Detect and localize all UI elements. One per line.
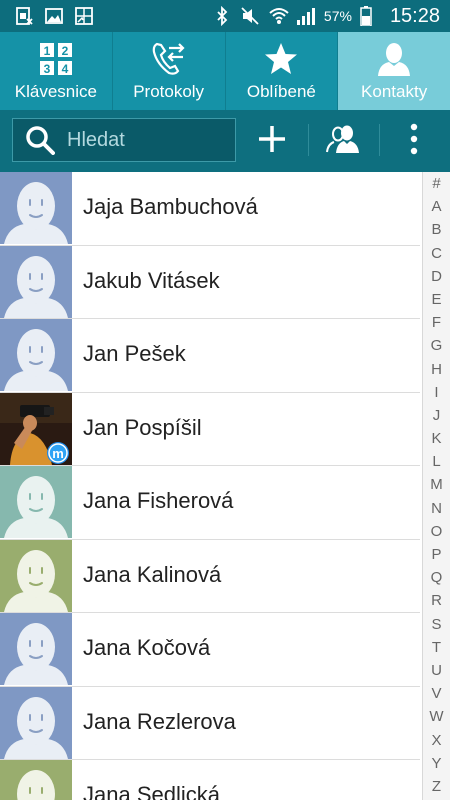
- search-input[interactable]: [65, 127, 219, 153]
- tab-call-logs[interactable]: Protokoly: [113, 32, 226, 110]
- index-letter[interactable]: Z: [423, 775, 450, 798]
- status-bar: 57% 15:28: [0, 0, 450, 32]
- more-icon: [409, 123, 419, 160]
- contact-name: Jaja Bambuchová: [83, 194, 258, 219]
- toolbar-divider: [379, 124, 380, 156]
- wifi-icon: [268, 6, 289, 26]
- index-letter[interactable]: U: [423, 659, 450, 682]
- contact-list: Jaja Bambuchová Jakub Vitásek Jan Pešek: [0, 172, 420, 800]
- alphabet-index[interactable]: # A B C D E F G H I J K L M N O P Q R S …: [422, 172, 450, 800]
- tab-label: Protokoly: [133, 82, 205, 101]
- groups-button[interactable]: [321, 120, 365, 162]
- index-letter[interactable]: H: [423, 358, 450, 381]
- contact-row[interactable]: Jaja Bambuchová: [0, 172, 420, 246]
- keypad-icon: 1 2 3 4: [38, 42, 74, 76]
- index-letter[interactable]: B: [423, 218, 450, 241]
- index-letter[interactable]: K: [423, 427, 450, 450]
- search-icon: [25, 125, 55, 155]
- contact-row[interactable]: Jana Fisherová: [0, 466, 420, 540]
- index-letter[interactable]: C: [423, 242, 450, 265]
- tab-keypad[interactable]: 1 2 3 4 Klávesnice: [0, 32, 113, 110]
- tab-label: Kontakty: [361, 82, 428, 101]
- avatar: [0, 760, 72, 800]
- avatar: [0, 245, 72, 318]
- toolbar: [0, 110, 450, 172]
- avatar: [0, 539, 72, 612]
- contact-name: Jan Pospíšil: [83, 414, 202, 440]
- contact-name: Jan Pešek: [83, 341, 186, 366]
- index-letter[interactable]: N: [423, 497, 450, 520]
- image-icon: [44, 6, 64, 26]
- tab-label: Klávesnice: [14, 82, 97, 101]
- sim-icon: [14, 6, 34, 26]
- index-letter[interactable]: Y: [423, 752, 450, 775]
- index-letter[interactable]: L: [423, 450, 450, 473]
- svg-text:2: 2: [62, 44, 69, 58]
- contact-row[interactable]: Jakub Vitásek: [0, 245, 420, 319]
- tab-contacts[interactable]: Kontakty: [338, 32, 450, 110]
- contact-name: Jakub Vitásek: [83, 267, 220, 293]
- svg-text:3: 3: [44, 62, 51, 76]
- contact-name: Jana Rezlerova: [83, 708, 236, 734]
- index-letter[interactable]: M: [423, 473, 450, 496]
- avatar: [0, 319, 72, 391]
- index-letter[interactable]: O: [423, 520, 450, 543]
- contact-icon: [376, 42, 412, 76]
- index-letter[interactable]: G: [423, 334, 450, 357]
- avatar: [0, 686, 72, 759]
- index-letter[interactable]: W: [423, 705, 450, 728]
- index-letter[interactable]: V: [423, 682, 450, 705]
- tab-favorites[interactable]: Oblíbené: [226, 32, 339, 110]
- signal-icon: [296, 6, 316, 26]
- index-letter[interactable]: E: [423, 288, 450, 311]
- avatar: [0, 466, 72, 538]
- screenshot-icon: [74, 6, 94, 26]
- battery-icon: [360, 6, 380, 27]
- index-letter[interactable]: T: [423, 636, 450, 659]
- mute-icon: [240, 6, 260, 26]
- index-letter[interactable]: A: [423, 195, 450, 218]
- contact-name: Jana Kočová: [83, 635, 211, 660]
- contact-row[interactable]: m Jan Pospíšil: [0, 392, 420, 466]
- svg-text:1: 1: [44, 44, 51, 58]
- contact-photo: m: [0, 392, 72, 465]
- contact-row[interactable]: Jana Sedlická: [0, 760, 420, 800]
- tab-bar: 1 2 3 4 Klávesnice Protokoly Oblíbené Ko…: [0, 32, 450, 110]
- star-icon: [263, 42, 299, 76]
- battery-percent: 57%: [323, 8, 352, 24]
- more-options-button[interactable]: [392, 120, 436, 162]
- bluetooth-icon: [212, 5, 232, 27]
- index-letter[interactable]: #: [423, 172, 450, 195]
- tab-label: Oblíbené: [246, 82, 316, 101]
- search-box[interactable]: [12, 118, 236, 162]
- contact-row[interactable]: Jana Kočová: [0, 613, 420, 687]
- call-log-icon: [151, 42, 187, 76]
- svg-text:m: m: [52, 446, 64, 461]
- contact-row[interactable]: Jana Rezlerova: [0, 686, 420, 760]
- index-letter[interactable]: F: [423, 311, 450, 334]
- index-letter[interactable]: I: [423, 381, 450, 404]
- contact-name: Jana Kalinová: [83, 561, 222, 587]
- index-letter[interactable]: X: [423, 729, 450, 752]
- avatar: [0, 613, 72, 685]
- index-letter[interactable]: Q: [423, 566, 450, 589]
- index-letter[interactable]: S: [423, 613, 450, 636]
- index-letter[interactable]: P: [423, 543, 450, 566]
- svg-text:4: 4: [62, 62, 69, 76]
- contact-name: Jana Fisherová: [83, 488, 234, 513]
- avatar: [0, 172, 72, 244]
- index-letter[interactable]: D: [423, 265, 450, 288]
- index-letter[interactable]: R: [423, 589, 450, 612]
- contact-row[interactable]: Jana Kalinová: [0, 539, 420, 613]
- contact-name: Jana Sedlická: [83, 782, 220, 800]
- index-letter[interactable]: J: [423, 404, 450, 427]
- add-icon: [256, 123, 288, 160]
- toolbar-divider: [308, 124, 309, 156]
- clock: 15:28: [389, 4, 440, 27]
- add-contact-button[interactable]: [250, 120, 294, 162]
- contact-row[interactable]: Jan Pešek: [0, 319, 420, 393]
- group-icon: [325, 124, 361, 159]
